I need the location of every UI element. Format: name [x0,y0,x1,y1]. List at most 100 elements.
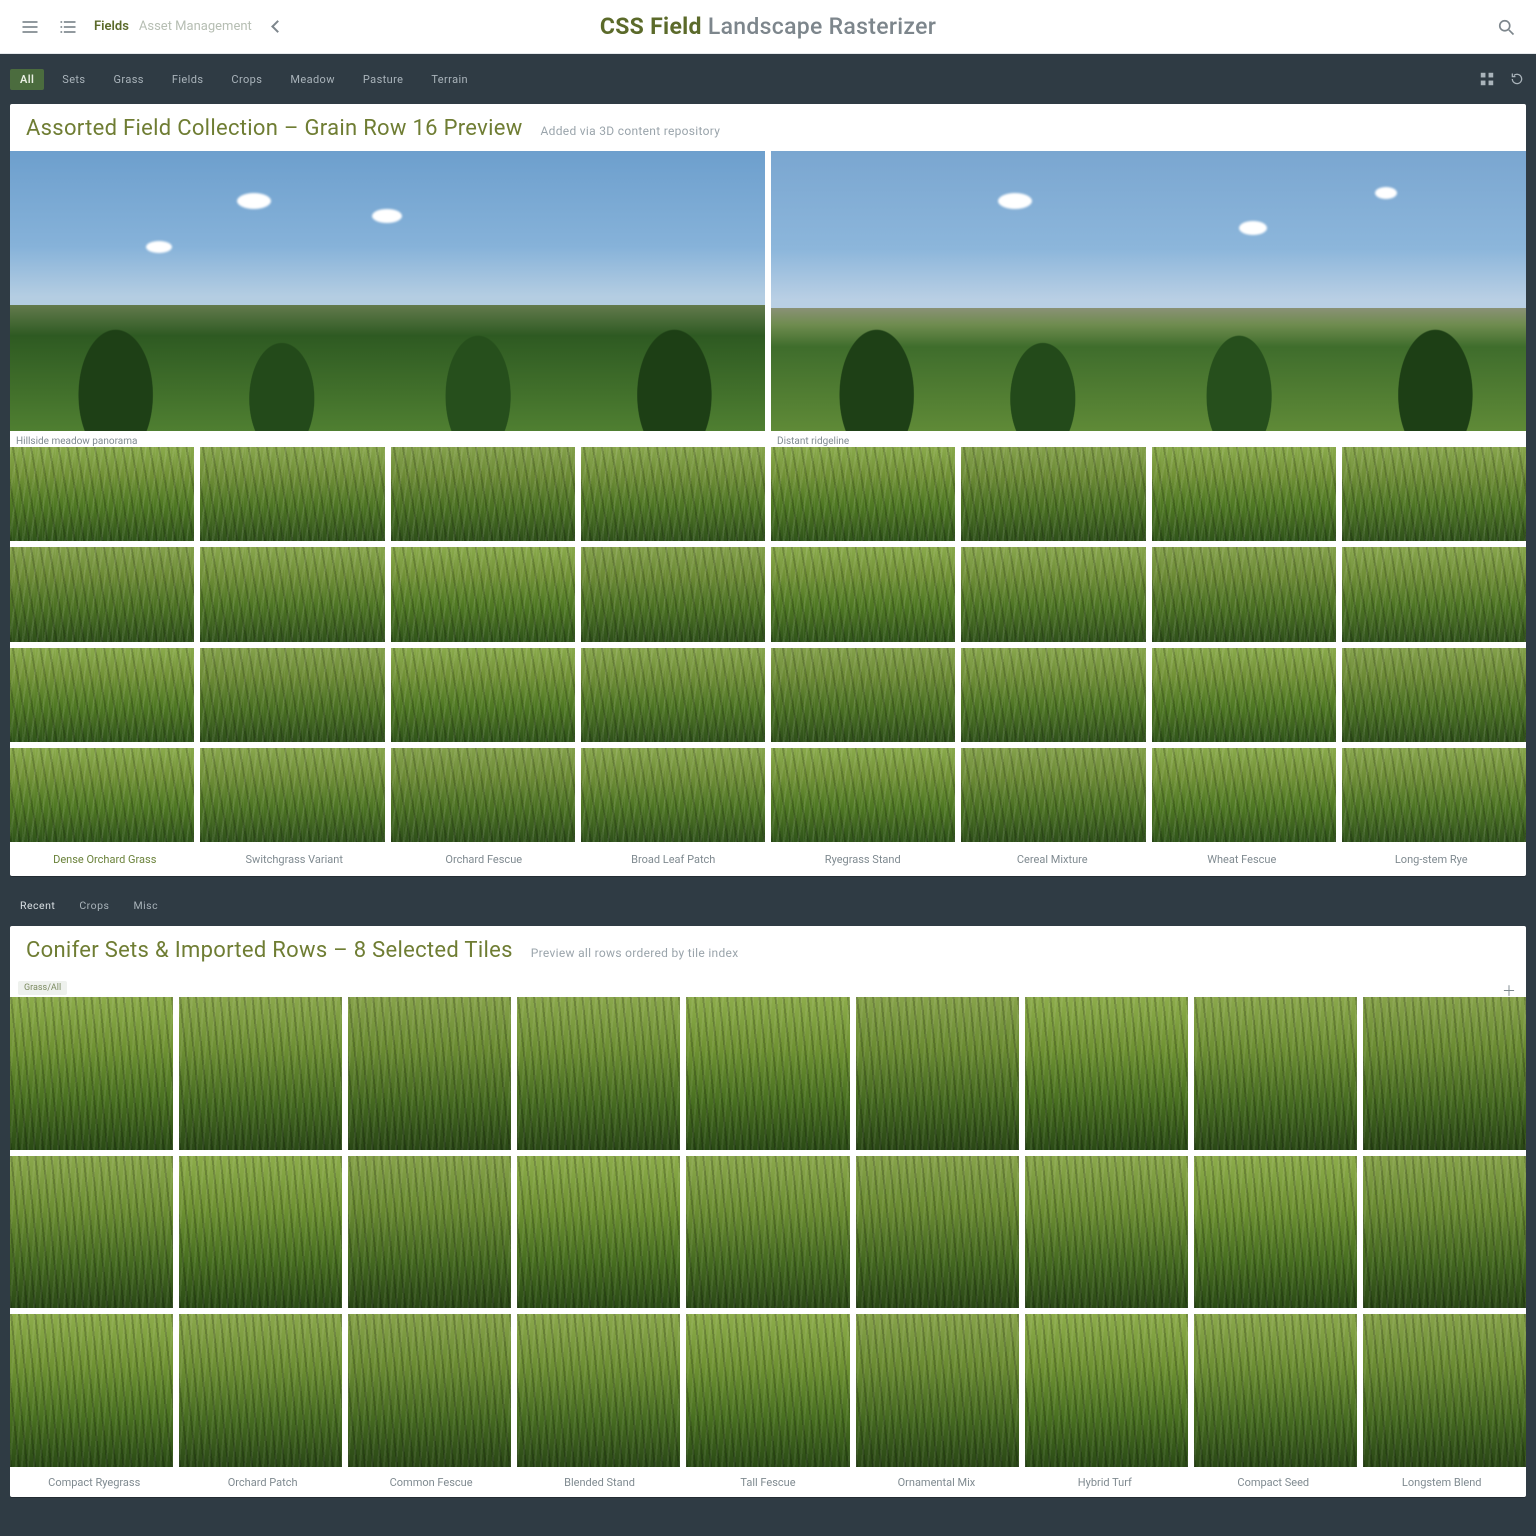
panorama-row [10,151,1526,431]
grass-tile[interactable] [10,547,194,641]
grass-tile[interactable] [771,748,955,842]
back-button[interactable] [266,15,290,39]
grass-tile[interactable] [1152,447,1336,541]
tab-all[interactable]: All [10,69,44,90]
search-icon[interactable] [1494,15,1518,39]
grass-tile[interactable] [581,648,765,742]
grass-tile[interactable] [1363,1156,1526,1309]
tab-pasture[interactable]: Pasture [353,69,413,90]
grass-tile[interactable] [391,447,575,541]
grass-tile[interactable] [1342,648,1526,742]
grass-tile[interactable] [348,1156,511,1309]
section1-card: Assorted Field Collection – Grain Row 16… [10,104,1526,876]
grass-tile[interactable] [391,648,575,742]
grass-label: Cereal Mixture [958,853,1148,866]
menu-icon[interactable] [18,15,42,39]
grass-tile[interactable] [1194,1156,1357,1309]
grass-tile[interactable] [1342,748,1526,842]
refresh-icon[interactable] [1508,70,1526,88]
section2-tabbar: Recent Crops Misc [10,892,1526,918]
tab-crops[interactable]: Crops [221,69,272,90]
grass-tile[interactable] [200,648,384,742]
tab-fields[interactable]: Fields [162,69,214,90]
grass-tile[interactable] [1152,547,1336,641]
panorama-tile[interactable] [10,151,765,431]
grid-view-icon[interactable] [1478,70,1496,88]
grass-tile[interactable] [1025,997,1188,1150]
panorama-label: Distant ridgeline [771,431,1526,447]
grass-tile[interactable] [771,547,955,641]
grass-tile[interactable] [1025,1314,1188,1467]
grass-tile[interactable] [200,447,384,541]
grass-label: Long-stem Rye [1337,853,1527,866]
grass-tile[interactable] [10,1156,173,1309]
panorama-labels: Hillside meadow panorama Distant ridgeli… [10,431,1526,447]
grass-tile[interactable] [348,997,511,1150]
grass-tile[interactable] [856,1156,1019,1309]
grass-tile[interactable] [961,748,1145,842]
grass-tile[interactable] [856,1314,1019,1467]
grass-tile[interactable] [1194,997,1357,1150]
grass-tile[interactable] [200,547,384,641]
grass-tile[interactable] [348,1314,511,1467]
grass-tile[interactable] [686,1314,849,1467]
grass-tile[interactable] [517,997,680,1150]
grass-tile[interactable] [179,1156,342,1309]
grass-tile[interactable] [517,1156,680,1309]
grass-tile[interactable] [771,447,955,541]
grass-tile[interactable] [961,547,1145,641]
grass-tile[interactable] [200,748,384,842]
tab-grass[interactable]: Grass [104,69,154,90]
tab-crops-2[interactable]: Crops [71,896,117,915]
grass-tile[interactable] [771,648,955,742]
grass-tile[interactable] [856,997,1019,1150]
section1-subtitle: Added via 3D content repository [541,124,721,138]
panorama-tile[interactable] [771,151,1526,431]
grass-tile[interactable] [391,547,575,641]
tab-terrain[interactable]: Terrain [421,69,478,90]
grass-label: Orchard Patch [178,1476,346,1489]
grass-tile[interactable] [1342,547,1526,641]
grass-label: Tall Fescue [684,1476,852,1489]
page-title-rest: Landscape Rasterizer [708,13,936,40]
grass-tile[interactable] [179,997,342,1150]
grass-tile[interactable] [686,997,849,1150]
grass-tile[interactable] [10,748,194,842]
grass-tile[interactable] [1194,1314,1357,1467]
grass-tile[interactable] [581,447,765,541]
grass-label: Compact Ryegrass [10,1476,178,1489]
tab-sets[interactable]: Sets [52,69,95,90]
grass-tile[interactable] [1342,447,1526,541]
grass-tile[interactable] [686,1156,849,1309]
list-icon[interactable] [56,15,80,39]
grass-tile[interactable] [10,997,173,1150]
grass-tile[interactable] [517,1314,680,1467]
grass-tile[interactable] [961,648,1145,742]
grass-label: Blended Stand [515,1476,683,1489]
tab-misc[interactable]: Misc [125,896,166,915]
grass-tile[interactable] [10,447,194,541]
tab-meadow[interactable]: Meadow [280,69,345,90]
grass-tile[interactable] [581,748,765,842]
grass-tile[interactable] [961,447,1145,541]
grass-tile[interactable] [391,748,575,842]
grass-label: Ornamental Mix [852,1476,1020,1489]
section2-grass-grid [10,997,1526,1467]
section2-title-row: Conifer Sets & Imported Rows – 8 Selecte… [10,926,1526,973]
grass-label: Compact Seed [1189,1476,1357,1489]
grass-tile[interactable] [581,547,765,641]
grass-tile[interactable] [1152,648,1336,742]
section2-title: Conifer Sets & Imported Rows – 8 Selecte… [26,938,513,963]
grass-tile[interactable] [1152,748,1336,842]
tab-recent[interactable]: Recent [12,896,63,915]
brand-label: Fields Asset Management [94,19,252,34]
grass-tile[interactable] [1363,1314,1526,1467]
filter-badge[interactable]: Grass/All [18,981,67,995]
grass-tile[interactable] [10,1314,173,1467]
section2-card: Conifer Sets & Imported Rows – 8 Selecte… [10,926,1526,1497]
grass-tile[interactable] [1363,997,1526,1150]
grass-tile[interactable] [179,1314,342,1467]
app-header: Fields Asset Management CSS Field Landsc… [0,0,1536,54]
grass-tile[interactable] [10,648,194,742]
grass-tile[interactable] [1025,1156,1188,1309]
